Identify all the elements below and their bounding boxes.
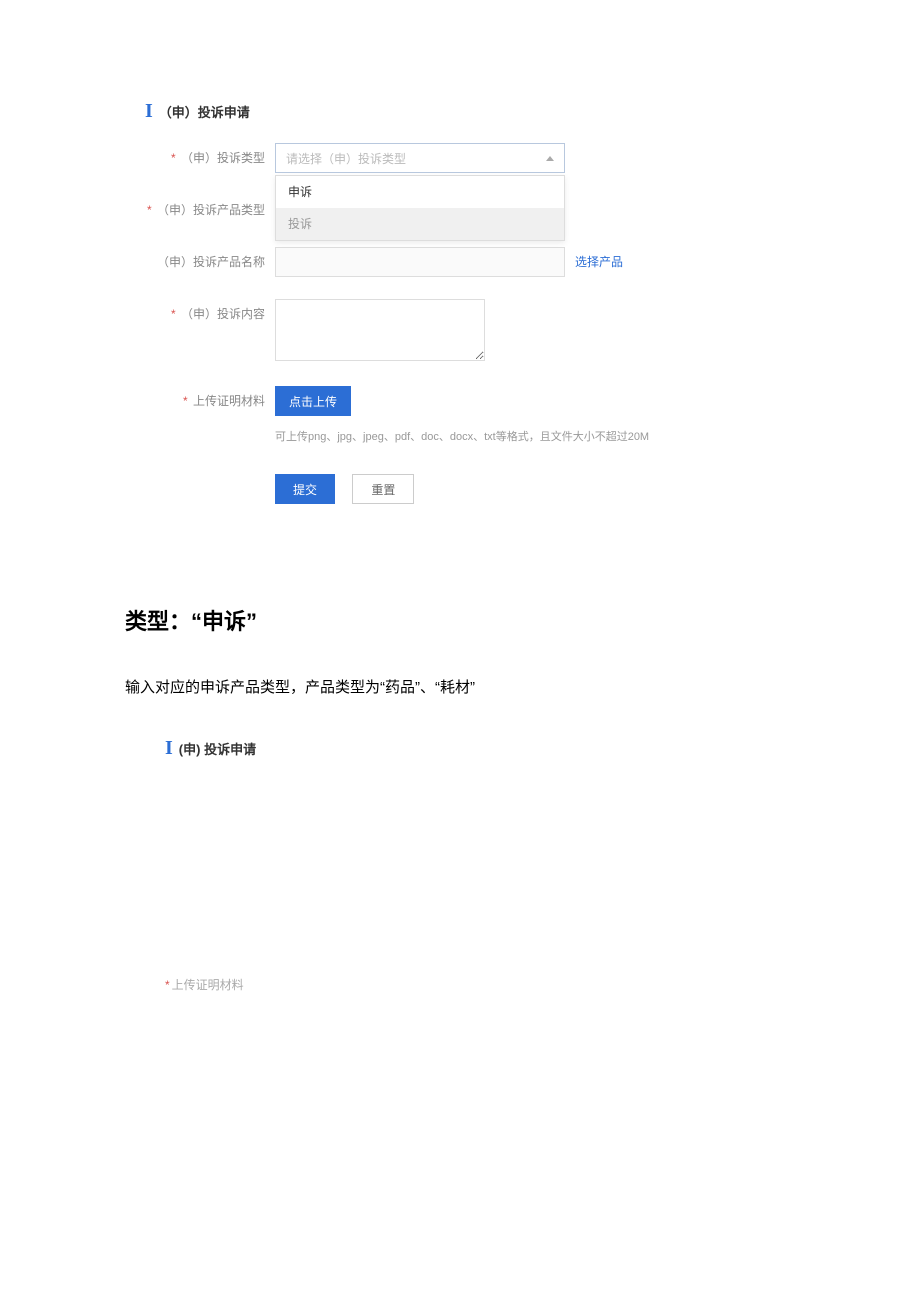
reset-button[interactable]: 重置 [352,474,414,504]
required-mark-icon: * [171,307,176,321]
section-title-text-2: (申) 投诉申请 [179,739,256,758]
select-complaint-type[interactable]: 请选择（申）投诉类型 [275,143,565,173]
upload-button[interactable]: 点击上传 [275,386,351,416]
doc-heading: 类型：“申诉” [125,604,920,636]
doc-paragraph: 输入对应的申诉产品类型，产品类型为“药品”、“耗材” [125,676,920,697]
required-mark-icon: * [147,203,152,217]
label-complaint-type: * （申）投诉类型 [145,143,265,166]
label-product-type: * （申）投诉产品类型 [145,195,265,218]
dropdown-panel: 申诉 投诉 [275,175,565,241]
select-product-link[interactable]: 选择产品 [575,247,623,270]
required-mark-icon: * [183,394,188,408]
title-mark-icon: I [165,737,173,760]
control-complaint-type: 请选择（申）投诉类型 申诉 投诉 [275,143,565,173]
label-product-name: （申）投诉产品名称 [145,247,265,270]
blank-form-area [165,780,785,960]
row-content: * （申）投诉内容 [145,299,795,364]
dropdown-option[interactable]: 申诉 [276,176,564,208]
button-row: 提交 重置 [275,474,649,504]
row-upload-2: *上传证明材料 [165,970,785,993]
form-section-2: I (申) 投诉申请 *上传证明材料 [165,737,785,993]
required-mark-icon: * [171,151,176,165]
section-title-2: I (申) 投诉申请 [165,737,785,760]
title-mark-icon: I [145,100,153,123]
section-title-text: （申）投诉申请 [159,102,250,121]
control-product-name [275,247,565,277]
input-product-name[interactable] [275,247,565,277]
control-content [275,299,485,364]
control-upload: 点击上传 可上传png、jpg、jpeg、pdf、doc、docx、txt等格式… [275,386,649,504]
form-section-1: I （申）投诉申请 * （申）投诉类型 请选择（申）投诉类型 申诉 投诉 * （… [145,100,795,504]
label-content: * （申）投诉内容 [145,299,265,322]
section-title: I （申）投诉申请 [145,100,795,123]
row-complaint-type: * （申）投诉类型 请选择（申）投诉类型 申诉 投诉 [145,143,795,173]
dropdown-option[interactable]: 投诉 [276,208,564,240]
label-upload-2: *上传证明材料 [165,970,244,993]
submit-button[interactable]: 提交 [275,474,335,504]
row-upload: * 上传证明材料 点击上传 可上传png、jpg、jpeg、pdf、doc、do… [145,386,795,504]
textarea-content[interactable] [275,299,485,361]
upload-hint: 可上传png、jpg、jpeg、pdf、doc、docx、txt等格式，且文件大… [275,428,649,444]
select-placeholder: 请选择（申）投诉类型 [286,150,406,167]
chevron-up-icon [546,156,554,161]
label-upload: * 上传证明材料 [145,386,265,409]
row-product-name: （申）投诉产品名称 选择产品 [145,247,795,277]
required-mark-icon: * [165,978,170,992]
